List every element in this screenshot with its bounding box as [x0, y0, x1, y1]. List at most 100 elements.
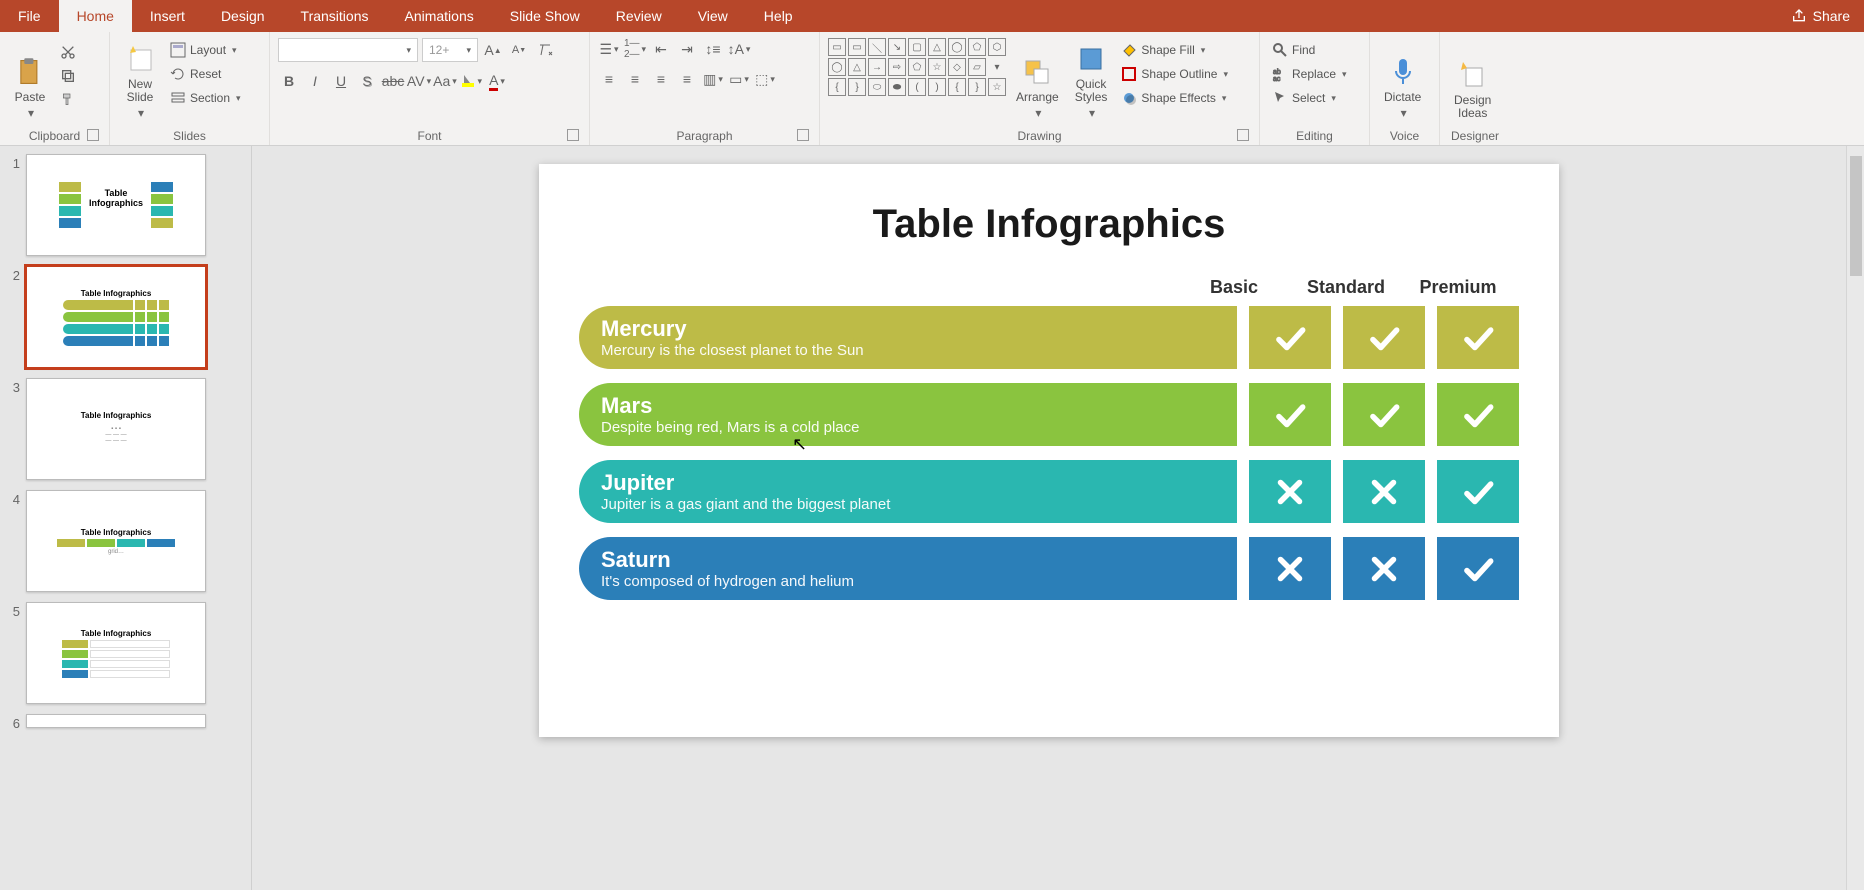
info-row[interactable]: MarsDespite being red, Mars is a cold pl… — [579, 383, 1519, 446]
cut-button[interactable] — [56, 42, 80, 62]
cross-mark[interactable] — [1249, 537, 1331, 600]
decrease-font-icon[interactable]: A▼ — [508, 39, 530, 61]
group-editing: Find abacReplace▾ Select▾ Editing — [1260, 32, 1370, 145]
underline-button[interactable]: U — [330, 70, 352, 92]
select-button[interactable]: Select▾ — [1268, 88, 1351, 108]
info-row[interactable]: JupiterJupiter is a gas giant and the bi… — [579, 460, 1519, 523]
dialog-launcher-icon[interactable] — [87, 129, 99, 141]
shapes-gallery[interactable]: ▭▭＼↘▢△◯⬠⬡ ◯△→⇨⬠☆◇▱▾ {}⬭⬬(){}☆ — [828, 38, 1006, 96]
bullets-button[interactable]: ☰▾ — [598, 38, 620, 60]
section-button[interactable]: Section▾ — [166, 88, 245, 108]
paste-button[interactable]: Paste▾ — [8, 38, 52, 122]
increase-indent-icon[interactable]: ⇥ — [676, 38, 698, 60]
columns-icon[interactable]: ▥▾ — [702, 68, 724, 90]
shadow-button[interactable]: S — [356, 70, 378, 92]
tab-transitions[interactable]: Transitions — [283, 0, 387, 32]
tab-review[interactable]: Review — [598, 0, 680, 32]
clear-format-icon[interactable] — [534, 39, 556, 61]
info-row[interactable]: SaturnIt's composed of hydrogen and heli… — [579, 537, 1519, 600]
tab-insert[interactable]: Insert — [132, 0, 203, 32]
char-spacing-button[interactable]: AV▾ — [408, 70, 430, 92]
shape-fill-button[interactable]: Shape Fill▾ — [1117, 40, 1232, 60]
slide-title[interactable]: Table Infographics — [579, 202, 1519, 247]
new-slide-button[interactable]: New Slide▾ — [118, 38, 162, 122]
line-spacing-icon[interactable]: ↕≡ — [702, 38, 724, 60]
slide[interactable]: Table Infographics BasicStandardPremium … — [539, 164, 1559, 737]
slide-thumbnail[interactable]: TableInfographics — [26, 154, 206, 256]
align-center-icon[interactable]: ≡ — [624, 68, 646, 90]
tab-file[interactable]: File — [0, 0, 59, 32]
quick-styles-button[interactable]: Quick Styles▾ — [1069, 38, 1114, 122]
plan-header[interactable]: Basic — [1193, 277, 1275, 298]
slide-thumbnails-panel[interactable]: 1TableInfographics2Table Infographics3Ta… — [0, 146, 252, 890]
align-right-icon[interactable]: ≡ — [650, 68, 672, 90]
check-mark[interactable] — [1437, 306, 1519, 369]
planet-pill[interactable]: SaturnIt's composed of hydrogen and heli… — [579, 537, 1237, 600]
italic-button[interactable]: I — [304, 70, 326, 92]
check-mark[interactable] — [1343, 306, 1425, 369]
check-mark[interactable] — [1249, 306, 1331, 369]
dialog-launcher-icon[interactable] — [1237, 129, 1249, 141]
slide-thumbnail[interactable]: Table Infographics — [26, 602, 206, 704]
cross-mark[interactable] — [1249, 460, 1331, 523]
slide-thumbnail[interactable]: Table Infographics▪ ▪ ▪― ― ―― ― ― — [26, 378, 206, 480]
justify-icon[interactable]: ≡ — [676, 68, 698, 90]
font-size-dropdown[interactable]: 12+▾ — [422, 38, 478, 62]
shape-effects-button[interactable]: Shape Effects▾ — [1117, 88, 1232, 108]
check-mark[interactable] — [1343, 383, 1425, 446]
arrange-button[interactable]: Arrange▾ — [1010, 38, 1065, 122]
numbering-button[interactable]: 1―2―▾ — [624, 38, 646, 60]
dialog-launcher-icon[interactable] — [797, 129, 809, 141]
ribbon-tabs: FileHomeInsertDesignTransitionsAnimation… — [0, 0, 1864, 32]
dialog-launcher-icon[interactable] — [567, 129, 579, 141]
tab-view[interactable]: View — [680, 0, 746, 32]
font-family-dropdown[interactable]: ▾ — [278, 38, 418, 62]
change-case-button[interactable]: Aa▾ — [434, 70, 456, 92]
vertical-scrollbar[interactable] — [1846, 146, 1864, 890]
text-direction-icon[interactable]: ↕A▾ — [728, 38, 750, 60]
slide-thumbnail[interactable] — [26, 714, 206, 728]
info-row[interactable]: MercuryMercury is the closest planet to … — [579, 306, 1519, 369]
copy-button[interactable] — [56, 66, 80, 86]
tab-animations[interactable]: Animations — [386, 0, 491, 32]
planet-pill[interactable]: JupiterJupiter is a gas giant and the bi… — [579, 460, 1237, 523]
align-text-icon[interactable]: ▭▾ — [728, 68, 750, 90]
share-button[interactable]: Share — [1777, 8, 1864, 24]
planet-pill[interactable]: MercuryMercury is the closest planet to … — [579, 306, 1237, 369]
check-mark[interactable] — [1437, 383, 1519, 446]
group-slides: New Slide▾ Layout▾ Reset Section▾ Slides — [110, 32, 270, 145]
slide-canvas-area[interactable]: Table Infographics BasicStandardPremium … — [252, 146, 1846, 890]
cross-mark[interactable] — [1343, 537, 1425, 600]
cross-mark[interactable] — [1343, 460, 1425, 523]
increase-font-icon[interactable]: A▲ — [482, 39, 504, 61]
tab-design[interactable]: Design — [203, 0, 283, 32]
format-painter-button[interactable] — [56, 90, 80, 110]
plan-header[interactable]: Standard — [1305, 277, 1387, 298]
highlight-button[interactable]: ▾ — [460, 70, 482, 92]
planet-pill[interactable]: MarsDespite being red, Mars is a cold pl… — [579, 383, 1237, 446]
replace-button[interactable]: abacReplace▾ — [1268, 64, 1351, 84]
check-mark[interactable] — [1437, 460, 1519, 523]
slide-thumbnail[interactable]: Table Infographics — [26, 266, 206, 368]
design-ideas-button[interactable]: Design Ideas — [1448, 38, 1497, 122]
check-mark[interactable] — [1437, 537, 1519, 600]
tab-home[interactable]: Home — [59, 0, 132, 32]
plan-header[interactable]: Premium — [1417, 277, 1499, 298]
group-clipboard: Paste▾ Clipboard — [0, 32, 110, 145]
bold-button[interactable]: B — [278, 70, 300, 92]
font-color-button[interactable]: A▾ — [486, 70, 508, 92]
dictate-button[interactable]: Dictate▾ — [1378, 38, 1427, 122]
shape-outline-button[interactable]: Shape Outline▾ — [1117, 64, 1232, 84]
reset-button[interactable]: Reset — [166, 64, 245, 84]
smartart-icon[interactable]: ⬚▾ — [754, 68, 776, 90]
align-left-icon[interactable]: ≡ — [598, 68, 620, 90]
tab-slide-show[interactable]: Slide Show — [492, 0, 598, 32]
check-mark[interactable] — [1249, 383, 1331, 446]
find-button[interactable]: Find — [1268, 40, 1351, 60]
strike-button[interactable]: abc — [382, 70, 404, 92]
tab-help[interactable]: Help — [746, 0, 811, 32]
decrease-indent-icon[interactable]: ⇤ — [650, 38, 672, 60]
group-label-drawing: Drawing — [1017, 129, 1061, 143]
layout-button[interactable]: Layout▾ — [166, 40, 245, 60]
slide-thumbnail[interactable]: Table Infographicsgrid… — [26, 490, 206, 592]
